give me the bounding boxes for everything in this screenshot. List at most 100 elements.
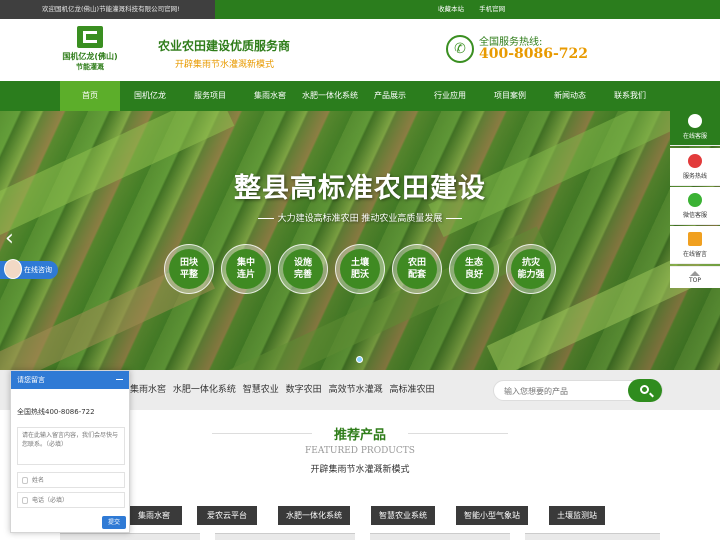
- nav-item-services[interactable]: 服务项目: [180, 81, 240, 111]
- sidebar-label: 在线留言: [682, 251, 707, 258]
- feature-badge-inner: 设施 完善: [283, 249, 323, 289]
- online-consult-label: 在线咨询: [24, 266, 52, 274]
- submit-button[interactable]: 提交: [102, 516, 126, 529]
- message-textarea[interactable]: [17, 427, 125, 465]
- feature-line-2: 配套: [407, 270, 426, 280]
- sidebar-service-hotline[interactable]: 服务热线: [670, 148, 720, 186]
- feature-badge: 生态 良好: [449, 244, 499, 294]
- popup-hotline: 全国热线400-8086-722: [17, 408, 95, 416]
- logo[interactable]: 国机亿龙(佛山) 节能灌溉: [60, 26, 120, 76]
- hot-keywords: 集雨水窖 水肥一体化系统 智慧农业 数字农田 高效节水灌溉 高标准农田: [130, 370, 438, 410]
- nav-item-home[interactable]: 首页: [60, 81, 120, 111]
- feature-line-2: 平整: [179, 270, 198, 280]
- logo-mark-icon: [77, 26, 103, 48]
- banner-title: 整县高标准农田建设: [234, 173, 486, 204]
- feature-badge-inner: 生态 良好: [454, 249, 494, 289]
- nav-item-news[interactable]: 新闻动态: [540, 81, 600, 111]
- feature-line-2: 肥沃: [350, 270, 369, 280]
- slogan-main: 农业农田建设优质服务商: [158, 39, 291, 53]
- search-input[interactable]: [504, 384, 624, 398]
- nav-item-applications[interactable]: 行业应用: [420, 81, 480, 111]
- phone-icon: [22, 497, 28, 504]
- feature-line-2: 完善: [293, 270, 312, 280]
- wechat-icon: [688, 193, 702, 207]
- feature-badge: 农田 配套: [392, 244, 442, 294]
- tab-soil-station[interactable]: 土壤监测站: [549, 506, 605, 525]
- user-icon: [22, 477, 28, 484]
- sidebar-online-service[interactable]: 在线客服: [670, 108, 720, 146]
- phone-field[interactable]: [32, 495, 122, 506]
- product-card[interactable]: [525, 533, 660, 540]
- sidebar-label: 在线客服: [682, 133, 707, 140]
- bookmark-link[interactable]: 收藏本站: [438, 5, 464, 13]
- feature-line-1: 土壤: [350, 258, 369, 268]
- chat-icon: [688, 114, 702, 128]
- hero-banner: 整县高标准农田建设 大力建设高标准农田 推动农业高质量发展 田块 平整 集中 连片 …: [0, 111, 720, 370]
- nav-item-contact[interactable]: 联系我们: [600, 81, 660, 111]
- name-field[interactable]: [32, 475, 122, 486]
- minimize-icon[interactable]: [115, 371, 125, 389]
- product-card[interactable]: [215, 533, 355, 540]
- back-to-top-button[interactable]: TOP: [670, 266, 720, 288]
- product-card[interactable]: [60, 533, 200, 540]
- nav-item-about[interactable]: 国机亿龙: [120, 81, 180, 111]
- hot-keyword[interactable]: 水肥一体化系统: [173, 385, 236, 395]
- sidebar-wechat[interactable]: 微信客服: [670, 187, 720, 225]
- nav-item-fertigation[interactable]: 水肥一体化系统: [298, 81, 362, 111]
- feature-badge: 设施 完善: [278, 244, 328, 294]
- hot-keyword[interactable]: 集雨水窖: [130, 385, 166, 395]
- product-cards: [60, 533, 660, 540]
- sidebar-message[interactable]: 在线留言: [670, 226, 720, 264]
- top-bar: 欢迎国机亿龙(佛山)节能灌溉科技有限公司官网! 收藏本站 手机官网: [0, 0, 720, 19]
- feature-badge: 土壤 肥沃: [335, 244, 385, 294]
- dash-right: [446, 218, 463, 219]
- feature-line-1: 田块: [179, 258, 198, 268]
- feature-badge-inner: 集中 连片: [226, 249, 266, 289]
- dash-left: [257, 218, 274, 219]
- feature-badge-inner: 抗灾 能力强: [511, 249, 551, 289]
- product-card[interactable]: [370, 533, 510, 540]
- feature-line-1: 抗灾: [521, 258, 540, 268]
- hotline-number: 400-8086-722: [479, 46, 589, 62]
- tab-cloud-platform[interactable]: 爱农云平台: [197, 506, 257, 525]
- feature-badge: 田块 平整: [164, 244, 214, 294]
- feature-badge-inner: 农田 配套: [397, 249, 437, 289]
- logo-line-2: 节能灌溉: [76, 63, 104, 71]
- banner-pager-dot[interactable]: [356, 356, 363, 363]
- sidebar-label: 服务热线: [682, 173, 707, 180]
- feature-badge: 抗灾 能力强: [506, 244, 556, 294]
- hot-keyword[interactable]: 高标准农田: [389, 385, 434, 395]
- main-nav: 首页 国机亿龙 服务项目 集雨水窖 水肥一体化系统 产品展示 行业应用 项目案例…: [0, 81, 720, 111]
- sidebar-label: 微信客服: [682, 212, 707, 219]
- banner-prev-arrow-icon[interactable]: ‹: [5, 227, 19, 251]
- tab-weather-station[interactable]: 智能小型气象站: [456, 506, 528, 525]
- tab-cistern[interactable]: 集雨水窖: [126, 506, 182, 525]
- feature-line-1: 设施: [293, 258, 312, 268]
- popup-header: 请您留言: [11, 371, 129, 389]
- hot-keyword[interactable]: 智慧农业: [243, 385, 279, 395]
- banner-subtitle-text: 大力建设高标准农田 推动农业高质量发展: [277, 214, 443, 224]
- header: 国机亿龙(佛山) 节能灌溉 农业农田建设优质服务商 开辟集雨节水灌溉新模式 ✆ …: [0, 19, 720, 81]
- feature-badge-inner: 田块 平整: [169, 249, 209, 289]
- hot-keyword[interactable]: 高效节水灌溉: [329, 385, 383, 395]
- feature-line-2: 连片: [236, 270, 255, 280]
- tab-fertigation[interactable]: 水肥一体化系统: [278, 506, 350, 525]
- nav-item-cisterns[interactable]: 集雨水窖: [240, 81, 300, 111]
- search-icon: [640, 385, 649, 394]
- feature-badge: 集中 连片: [221, 244, 271, 294]
- nav-item-products[interactable]: 产品展示: [360, 81, 420, 111]
- nav-item-cases[interactable]: 项目案例: [480, 81, 540, 111]
- mobile-site-link[interactable]: 手机官网: [479, 5, 505, 13]
- slogan: 农业农田建设优质服务商 开辟集雨节水灌溉新模式: [158, 37, 290, 70]
- popup-title: 请您留言: [17, 376, 45, 384]
- search-button[interactable]: [628, 379, 662, 402]
- feature-line-1: 生态: [464, 258, 483, 268]
- tab-smart-agri[interactable]: 智慧农业系统: [371, 506, 435, 525]
- phone-field-wrap: [17, 492, 125, 508]
- online-consult-badge[interactable]: 在线咨询: [0, 259, 58, 279]
- feature-badge-inner: 土壤 肥沃: [340, 249, 380, 289]
- hot-keyword[interactable]: 数字农田: [286, 385, 322, 395]
- banner-subtitle: 大力建设高标准农田 推动农业高质量发展: [0, 211, 720, 224]
- feature-line-2: 良好: [464, 270, 483, 280]
- message-popup: 请您留言 全国热线400-8086-722 提交: [10, 370, 130, 533]
